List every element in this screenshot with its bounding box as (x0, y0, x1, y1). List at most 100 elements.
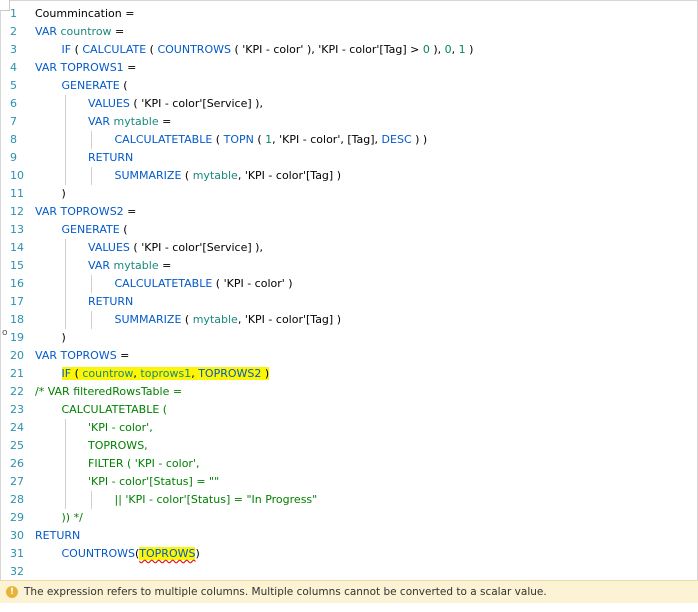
code-token: ), (429, 43, 445, 56)
code-token: ( (71, 367, 83, 380)
code-line[interactable]: 29)) */ (1, 509, 697, 527)
code-token: , [Tag], (340, 133, 382, 146)
code-token: = (123, 61, 137, 74)
code-token: ) (333, 169, 342, 182)
code-token: ( (212, 133, 224, 146)
code-line[interactable]: 3 IF ( CALCULATE ( COUNTROWS ( 'KPI - col… (1, 41, 697, 59)
code-text: GENERATE ( (62, 221, 128, 239)
code-line[interactable]: 30 RETURN (1, 527, 697, 545)
code-text: SUMMARIZE ( mytable, 'KPI - color'[Tag] … (115, 167, 342, 185)
code-line[interactable]: 26 FILTER ( 'KPI - color', (1, 455, 697, 473)
code-line[interactable]: 28 || 'KPI - color'[Status] = "In Progres… (1, 491, 697, 509)
code-token: COUNTROWS (61, 547, 136, 560)
line-number: 10 (10, 169, 24, 182)
code-tokens: CALCULATETABLE ( 'KPI - color' ) (115, 277, 293, 290)
line-number: 11 (10, 187, 24, 200)
code-line[interactable]: 20 VAR TOPROWS = (1, 347, 697, 365)
code-tokens: FILTER ( 'KPI - color', (88, 457, 199, 470)
code-line[interactable]: 27 'KPI - color'[Status] = "" (1, 473, 697, 491)
code-text: VAR mytable = (88, 113, 171, 131)
code-line[interactable]: 18 SUMMARIZE ( mytable, 'KPI - color'[Tag… (1, 311, 697, 329)
code-tokens: COUNTROWS(TOPROWS) (62, 547, 200, 560)
code-line[interactable]: 25 TOPROWS, (1, 437, 697, 455)
code-line[interactable]: 32 (1, 563, 697, 581)
code-line[interactable]: 2 VAR countrow = (1, 23, 697, 41)
code-line[interactable]: 11) (1, 185, 697, 203)
indent-guide (64, 437, 66, 455)
indent-guide (64, 113, 66, 131)
code-line[interactable]: 15 VAR mytable = (1, 257, 697, 275)
line-number: 13 (10, 223, 24, 236)
code-line[interactable]: 7 VAR mytable = (1, 113, 697, 131)
code-token: Coummincation = (35, 7, 135, 20)
line-number: 20 (10, 349, 24, 362)
code-line[interactable]: 19) (1, 329, 697, 347)
code-line[interactable]: 1 Coummincation = (1, 5, 697, 23)
code-token: ( (146, 43, 158, 56)
code-token: 'KPI - color', (88, 421, 153, 434)
code-line[interactable]: 21 IF ( countrow, toprows1, TOPROWS2 ) (1, 365, 697, 383)
code-token: VAR (88, 115, 114, 128)
code-token: 'KPI - color'[Tag] (244, 169, 334, 182)
code-token: countrow (82, 367, 134, 380)
code-tokens: )) */ (62, 511, 83, 524)
code-token: TOPROWS, (88, 439, 148, 452)
code-token: ( (129, 97, 142, 110)
code-tokens: TOPROWS, (88, 439, 148, 452)
line-number: 1 (10, 7, 17, 20)
code-token: RETURN (88, 295, 134, 308)
line-number: 26 (10, 457, 24, 470)
code-line[interactable]: 22 /* VAR filteredRowsTable = (1, 383, 697, 401)
code-tokens: SUMMARIZE ( mytable, 'KPI - color'[Tag] … (115, 313, 342, 326)
code-token: CALCULATETABLE (114, 133, 213, 146)
code-line[interactable]: 8 CALCULATETABLE ( TOPN ( 1, 'KPI - color… (1, 131, 697, 149)
code-token: ( (129, 241, 142, 254)
line-number: 19 (10, 331, 24, 344)
code-line[interactable]: 14 VALUES ( 'KPI - color'[Service] ), (1, 239, 697, 257)
line-number: 31 (10, 547, 24, 560)
code-token: 'KPI - color'[Service] (141, 97, 252, 110)
code-text: IF ( CALCULATE ( COUNTROWS ( 'KPI - colo… (62, 41, 474, 59)
code-tokens: CALCULATETABLE ( TOPN ( 1, 'KPI - color'… (115, 133, 428, 146)
code-token: 'KPI - color'[Tag] (318, 43, 407, 56)
code-token: FILTER ( 'KPI - color', (88, 457, 200, 470)
code-line[interactable]: 16 CALCULATETABLE ( 'KPI - color' ) (1, 275, 697, 293)
code-line[interactable]: 13 GENERATE ( (1, 221, 697, 239)
code-line[interactable]: 12 VAR TOPROWS2 = (1, 203, 697, 221)
code-token: GENERATE (61, 79, 120, 92)
code-line[interactable]: 10 SUMMARIZE ( mytable, 'KPI - color'[Tag… (1, 167, 697, 185)
code-line[interactable]: 5 GENERATE ( (1, 77, 697, 95)
code-token: RETURN (35, 529, 81, 542)
code-line[interactable]: 6 VALUES ( 'KPI - color'[Service] ), (1, 95, 697, 113)
code-token: , (237, 313, 245, 326)
code-token: 'KPI - color'[Status] = "" (88, 475, 220, 488)
code-text: )) */ (62, 509, 83, 527)
line-number: 6 (10, 97, 17, 110)
dax-formula-editor[interactable]: o 1 Coummincation = 2 VAR countrow = 3 IF ( C… (0, 0, 698, 581)
error-message: The expression refers to multiple column… (24, 586, 547, 598)
error-squiggle-token: TOPROWS (139, 547, 196, 560)
code-token: GENERATE (61, 223, 120, 236)
line-number: 5 (10, 79, 17, 92)
code-line[interactable]: 23 CALCULATETABLE ( (1, 401, 697, 419)
code-text: VALUES ( 'KPI - color'[Service] ), (88, 239, 263, 257)
code-token: toprows1 (140, 367, 192, 380)
code-line[interactable]: 4 VAR TOPROWS1 = (1, 59, 697, 77)
code-line[interactable]: 17 RETURN (1, 293, 697, 311)
code-token: ( (230, 43, 243, 56)
code-line[interactable]: 24 'KPI - color', (1, 419, 697, 437)
code-tokens: SUMMARIZE ( mytable, 'KPI - color'[Tag] … (115, 169, 342, 182)
code-token: VAR (35, 205, 61, 218)
code-token: ( (212, 277, 224, 290)
code-text: CALCULATETABLE ( TOPN ( 1, 'KPI - color'… (115, 131, 428, 149)
code-token: mytable (192, 169, 238, 182)
line-number: 12 (10, 205, 24, 218)
indent-guide (64, 419, 66, 437)
warning-icon: ! (6, 586, 18, 598)
code-text: VAR mytable = (88, 257, 171, 275)
code-text: VAR TOPROWS = (35, 347, 129, 365)
code-line[interactable]: 9 RETURN (1, 149, 697, 167)
line-number: 23 (10, 403, 24, 416)
code-token: TOPROWS1 (60, 61, 124, 74)
code-line[interactable]: 31 COUNTROWS(TOPROWS) (1, 545, 697, 563)
